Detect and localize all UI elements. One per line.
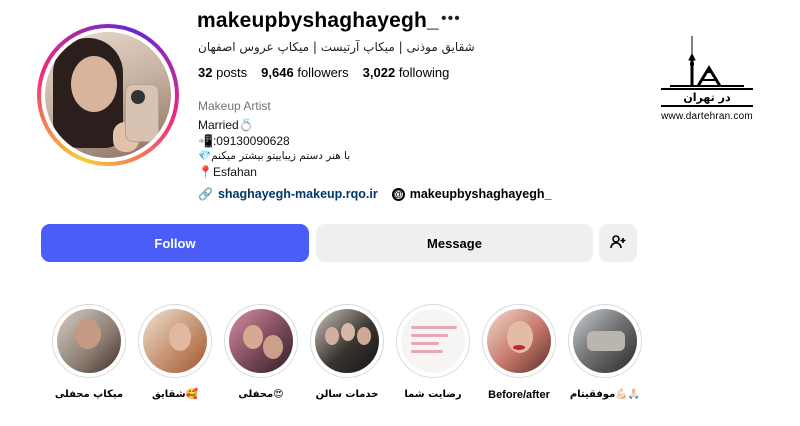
bio-line-location: 📍Esfahan (198, 164, 257, 179)
highlight-ring (138, 304, 212, 378)
add-user-icon (610, 234, 626, 252)
highlight-ring (396, 304, 470, 378)
profile-links: 🔗 shaghayegh-makeup.rqo.ir @ makeupbysha… (198, 187, 551, 201)
highlight-cover (57, 309, 121, 373)
tower-icon (662, 34, 752, 90)
highlight-label: رضایت شما (404, 389, 462, 400)
highlight-cover (143, 309, 207, 373)
highlight-label: Before/after (488, 389, 550, 401)
highlight-item[interactable]: رضایت شما (396, 304, 470, 401)
threads-icon: @ (391, 187, 405, 201)
highlight-label: محفلی😍 (238, 389, 284, 400)
highlight-ring (310, 304, 384, 378)
following-stat[interactable]: 3,022 following (363, 65, 450, 80)
watermark-url: www.dartehran.com (661, 111, 753, 122)
profile-bio: Married💍 📲:09130090628 💎با هنر دستم زیبا… (198, 118, 350, 180)
link-icon: 🔗 (198, 187, 213, 201)
avatar-photo (45, 32, 171, 158)
highlight-ring (568, 304, 642, 378)
highlight-ring (224, 304, 298, 378)
highlight-item[interactable]: Before/after (482, 304, 556, 401)
highlight-ring (482, 304, 556, 378)
message-button[interactable]: Message (316, 224, 593, 262)
highlight-cover (401, 309, 465, 373)
highlight-item[interactable]: موفقیتام💪🏻🙏🏻 (568, 304, 642, 401)
following-label: following (398, 65, 450, 80)
followers-label: followers (297, 65, 349, 80)
threads-link[interactable]: @ makeupbyshaghayegh_ (391, 187, 552, 201)
watermark-logo: در تهران www.dartehran.com (657, 34, 757, 122)
profile-stats: 32 posts 9,646 followers 3,022 following (198, 65, 449, 80)
highlight-ring (52, 304, 126, 378)
bio-line-phone: 📲:09130090628 (198, 133, 290, 148)
avatar-frame (41, 28, 175, 162)
avatar-face-shape (71, 56, 117, 112)
highlight-item[interactable]: میکاپ محفلی (52, 304, 126, 401)
profile-category: Makeup Artist (198, 99, 271, 113)
followers-count: 9,646 (261, 65, 294, 80)
highlight-label: موفقیتام💪🏻🙏🏻 (569, 389, 641, 400)
highlight-label: خدمات سالن (315, 389, 379, 400)
highlight-item[interactable]: خدمات سالن (310, 304, 384, 401)
highlight-cover (229, 309, 293, 373)
posts-stat[interactable]: 32 posts (198, 65, 247, 80)
avatar-camera-shape (131, 90, 145, 104)
follow-button[interactable]: Follow (41, 224, 309, 262)
profile-avatar[interactable] (37, 24, 179, 166)
highlight-label: میکاپ محفلی (54, 389, 124, 400)
highlight-text-lines (411, 321, 457, 358)
watermark-brand: در تهران (661, 88, 753, 107)
highlight-item[interactable]: شقایق🥰 (138, 304, 212, 401)
website-link-text: shaghayegh-makeup.rqo.ir (217, 187, 378, 201)
threads-handle: makeupbyshaghayegh_ (409, 187, 552, 201)
posts-count: 32 (198, 65, 213, 80)
bio-line-tagline: 💎با هنر دستم زیباییتو بیشتر میکنم (198, 150, 351, 162)
following-count: 3,022 (362, 65, 396, 80)
followers-stat[interactable]: 9,646 followers (261, 65, 348, 80)
more-options-icon[interactable]: ••• (441, 10, 461, 28)
profile-fullname: شقایق موذنی | میکاپ آرتیست | میکاپ عروس … (198, 40, 475, 54)
suggested-accounts-button[interactable] (599, 224, 637, 262)
bio-line-married: Married💍 (198, 118, 254, 132)
highlight-cover (315, 309, 379, 373)
website-link[interactable]: 🔗 shaghayegh-makeup.rqo.ir (198, 187, 378, 201)
highlight-cover (487, 309, 551, 373)
highlight-label: شقایق🥰 (151, 389, 198, 400)
posts-label: posts (216, 65, 248, 80)
highlight-cover (573, 309, 637, 373)
story-highlights: میکاپ محفلی شقایق🥰 محفلی😍 خدمات سالن رضا… (52, 304, 642, 401)
highlight-item[interactable]: محفلی😍 (224, 304, 298, 401)
profile-username: makeupbyshaghayegh_ (197, 9, 439, 32)
